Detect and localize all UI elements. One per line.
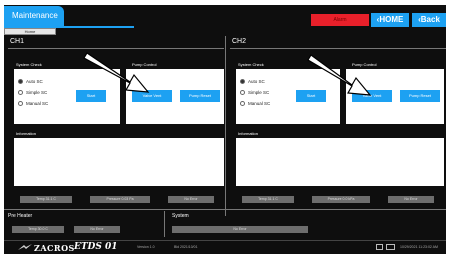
system-status: No Error [172,226,308,233]
pump-control-box: Valve Vent Pump Reset [126,69,224,124]
pre-heater-label: Pre Heater [8,213,33,219]
radio-selected-icon [18,79,23,84]
radio-simple-sc[interactable]: Simple SC [18,90,47,95]
build-text: Bld 2021/10/01 [174,245,198,249]
pressure-status: Pressure 0.0 kPa [312,196,370,203]
alarm-indicator[interactable]: Alarm [311,14,369,26]
system-label: System [172,213,189,219]
information-label: Information [16,131,37,136]
divider [230,48,446,49]
information-box [236,138,444,186]
back-button[interactable]: ‹Back [412,13,446,27]
valve-vent-button[interactable]: Valve Vent [132,90,172,102]
system-check-box: Auto SC Simple SC Manual SC Start [14,69,120,124]
system-check-label: System Check [16,62,42,67]
pressure-status: Pressure 0.03 Pa [90,196,150,203]
back-label: Back [420,15,440,24]
radio-manual-sc[interactable]: Manual SC [18,101,48,106]
divider [164,211,165,237]
system-check-box: Auto SC Simple SC Manual SC Start [236,69,340,124]
radio-label: Manual SC [26,101,49,106]
radio-simple-sc[interactable]: Simple SC [240,90,269,95]
radio-selected-icon [240,79,245,84]
radio-label: Simple SC [26,90,48,95]
error-status: No Error [168,196,214,203]
brand-logo: ZACROS [34,243,75,253]
pump-control-box: Valve Vent Pump Reset [346,69,444,124]
channel-panel-ch2: CH2 System Check Auto SC Simple SC Manua… [230,36,446,220]
home-label: HOME [379,15,404,24]
temperature-status: Temp 31.1 C [242,196,294,203]
radio-label: Simple SC [248,90,270,95]
start-button[interactable]: Start [296,90,326,102]
channel-title: CH1 [10,38,25,45]
start-button[interactable]: Start [76,90,106,102]
radio-auto-sc[interactable]: Auto SC [18,79,43,84]
divider [8,48,224,49]
radio-auto-sc[interactable]: Auto SC [240,79,265,84]
version-text: Version 1.0 [137,245,155,249]
product-logo: ETDS 01 [74,242,118,252]
radio-label: Auto SC [248,79,265,84]
zacros-logo-icon [18,244,32,250]
pump-control-label: Pump Control [132,62,157,67]
system-check-label: System Check [238,62,264,67]
datetime-text: 10/29/2021 11:23:02 AM [400,245,438,249]
radio-icon [18,90,23,95]
pump-reset-button[interactable]: Pump Reset [400,90,440,102]
tab-home[interactable]: Home [4,28,56,35]
channel-title: CH2 [232,38,247,45]
radio-icon [240,101,245,106]
information-label: Information [238,131,259,136]
valve-vent-button[interactable]: Valve Vent [352,90,392,102]
channel-panel-ch1: CH1 System Check Auto SC Simple SC Manua… [8,36,224,220]
screen-icon[interactable] [386,244,395,250]
pre-heater-temperature: Temp 30.0 C [12,226,64,233]
information-box [14,138,224,186]
lock-icon[interactable] [376,244,383,250]
footer: ZACROS ETDS 01 Version 1.0 Bld 2021/10/0… [4,240,446,254]
page-title: Maintenance [4,6,134,28]
radio-label: Auto SC [26,79,43,84]
pump-reset-button[interactable]: Pump Reset [180,90,220,102]
radio-manual-sc[interactable]: Manual SC [240,101,270,106]
radio-label: Manual SC [248,101,271,106]
temperature-status: Temp 31.1 C [20,196,72,203]
pump-control-label: Pump Control [352,62,377,67]
home-button[interactable]: ‹HOME [371,13,409,27]
radio-icon [18,101,23,106]
radio-icon [240,90,245,95]
header: Maintenance Home Alarm ‹HOME ‹Back [4,5,446,35]
pre-heater-status: No Error [74,226,120,233]
error-status: No Error [388,196,434,203]
divider [4,209,446,210]
divider [225,36,226,216]
app-window: Maintenance Home Alarm ‹HOME ‹Back CH1 S… [4,5,446,254]
